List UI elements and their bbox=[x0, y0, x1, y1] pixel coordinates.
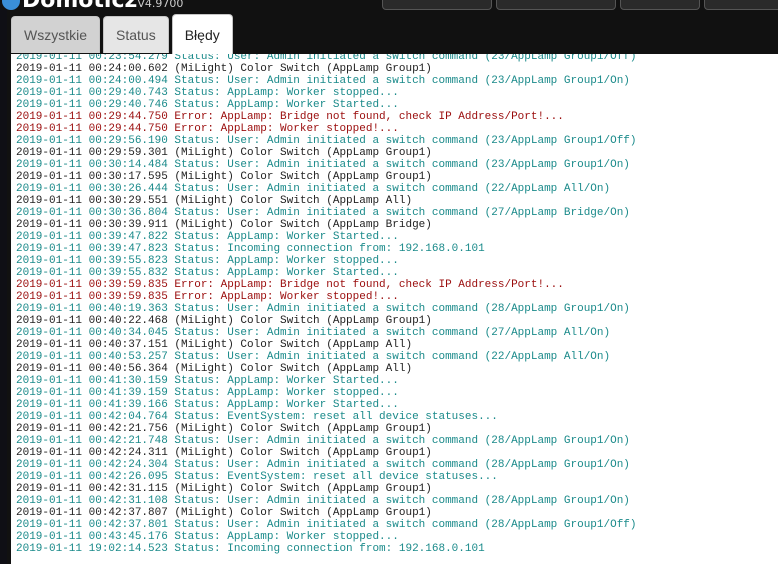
log-line: 2019-01-11 00:40:37.151 (MiLight) Color … bbox=[16, 339, 413, 351]
nav-button-3[interactable] bbox=[620, 0, 700, 10]
log-line: 2019-01-11 00:42:31.108 Status: User: Ad… bbox=[16, 495, 630, 507]
log-line: 2019-01-11 00:41:39.159 Status: AppLamp:… bbox=[16, 387, 399, 399]
log-line: 2019-01-11 19:02:14.523 Status: Incoming… bbox=[16, 543, 485, 555]
log-line: 2019-01-11 00:29:40.743 Status: AppLamp:… bbox=[16, 87, 399, 99]
log-line: 2019-01-11 00:40:19.363 Status: User: Ad… bbox=[16, 303, 630, 315]
nav-button-1[interactable] bbox=[382, 0, 492, 10]
log-line: 2019-01-11 00:30:36.804 Status: User: Ad… bbox=[16, 207, 630, 219]
log-line: 2019-01-11 00:30:29.551 (MiLight) Color … bbox=[16, 195, 413, 207]
tab-all[interactable]: Wszystkie bbox=[11, 16, 100, 53]
log-line: 2019-01-11 00:29:44.750 Error: AppLamp: … bbox=[16, 123, 399, 135]
brand: DomoticzV4.9700 bbox=[2, 0, 183, 10]
log-line: 2019-01-11 00:41:30.159 Status: AppLamp:… bbox=[16, 375, 399, 387]
log-line: 2019-01-11 00:42:24.311 (MiLight) Color … bbox=[16, 447, 432, 459]
tab-status[interactable]: Status bbox=[103, 16, 169, 53]
log-line: 2019-01-11 00:40:22.468 (MiLight) Color … bbox=[16, 315, 432, 327]
log-line: 2019-01-11 00:29:44.750 Error: AppLamp: … bbox=[16, 111, 564, 123]
log-line: 2019-01-11 00:42:26.095 Status: EventSys… bbox=[16, 471, 498, 483]
log-line: 2019-01-11 00:41:39.166 Status: AppLamp:… bbox=[16, 399, 399, 411]
log-line: 2019-01-11 00:42:37.801 Status: User: Ad… bbox=[16, 519, 637, 531]
log-line: 2019-01-11 00:30:14.484 Status: User: Ad… bbox=[16, 159, 630, 171]
log-line: 2019-01-11 00:30:17.595 (MiLight) Color … bbox=[16, 171, 432, 183]
log-output: 2019-01-11 00:23:54.279 Status: User: Ad… bbox=[16, 54, 637, 555]
log-line: 2019-01-11 00:42:04.764 Status: EventSys… bbox=[16, 411, 498, 423]
version-label: V4.9700 bbox=[137, 0, 184, 10]
log-line: 2019-01-11 00:42:24.304 Status: User: Ad… bbox=[16, 459, 630, 471]
log-page: Wszystkie Status Błędy 2019-01-11 00:23:… bbox=[7, 10, 778, 564]
log-line: 2019-01-11 00:24:00.602 (MiLight) Color … bbox=[16, 63, 432, 75]
nav-button-2[interactable] bbox=[496, 0, 616, 10]
domoticz-logo-icon bbox=[2, 0, 20, 10]
log-line: 2019-01-11 00:39:55.832 Status: AppLamp:… bbox=[16, 267, 399, 279]
log-line: 2019-01-11 00:42:31.115 (MiLight) Color … bbox=[16, 483, 432, 495]
log-line: 2019-01-11 00:40:56.364 (MiLight) Color … bbox=[16, 363, 413, 375]
log-line: 2019-01-11 00:23:54.279 Status: User: Ad… bbox=[16, 54, 637, 63]
nav-button-4[interactable] bbox=[704, 0, 778, 10]
brand-name: Domoticz bbox=[22, 0, 137, 10]
log-line: 2019-01-11 00:39:59.835 Error: AppLamp: … bbox=[16, 291, 399, 303]
log-panel[interactable]: 2019-01-11 00:23:54.279 Status: User: Ad… bbox=[11, 54, 778, 564]
log-line: 2019-01-11 00:29:59.301 (MiLight) Color … bbox=[16, 147, 432, 159]
top-navbar: DomoticzV4.9700 bbox=[0, 0, 778, 10]
log-line: 2019-01-11 00:42:21.748 Status: User: Ad… bbox=[16, 435, 630, 447]
log-line: 2019-01-11 00:39:59.835 Error: AppLamp: … bbox=[16, 279, 564, 291]
log-line: 2019-01-11 00:29:56.190 Status: User: Ad… bbox=[16, 135, 637, 147]
log-line: 2019-01-11 00:29:40.746 Status: AppLamp:… bbox=[16, 99, 399, 111]
log-line: 2019-01-11 00:40:53.257 Status: User: Ad… bbox=[16, 351, 611, 363]
log-line: 2019-01-11 00:39:47.822 Status: AppLamp:… bbox=[16, 231, 399, 243]
log-line: 2019-01-11 00:24:00.494 Status: User: Ad… bbox=[16, 75, 630, 87]
log-line: 2019-01-11 00:43:45.176 Status: AppLamp:… bbox=[16, 531, 399, 543]
log-line: 2019-01-11 00:30:39.911 (MiLight) Color … bbox=[16, 219, 432, 231]
log-line: 2019-01-11 00:42:21.756 (MiLight) Color … bbox=[16, 423, 432, 435]
log-line: 2019-01-11 00:39:47.823 Status: Incoming… bbox=[16, 243, 485, 255]
log-line: 2019-01-11 00:30:26.444 Status: User: Ad… bbox=[16, 183, 611, 195]
log-line: 2019-01-11 00:39:55.823 Status: AppLamp:… bbox=[16, 255, 399, 267]
log-tabs: Wszystkie Status Błędy bbox=[11, 14, 233, 55]
tab-errors[interactable]: Błędy bbox=[171, 14, 233, 55]
log-line: 2019-01-11 00:40:34.045 Status: User: Ad… bbox=[16, 327, 611, 339]
log-line: 2019-01-11 00:42:37.807 (MiLight) Color … bbox=[16, 507, 432, 519]
